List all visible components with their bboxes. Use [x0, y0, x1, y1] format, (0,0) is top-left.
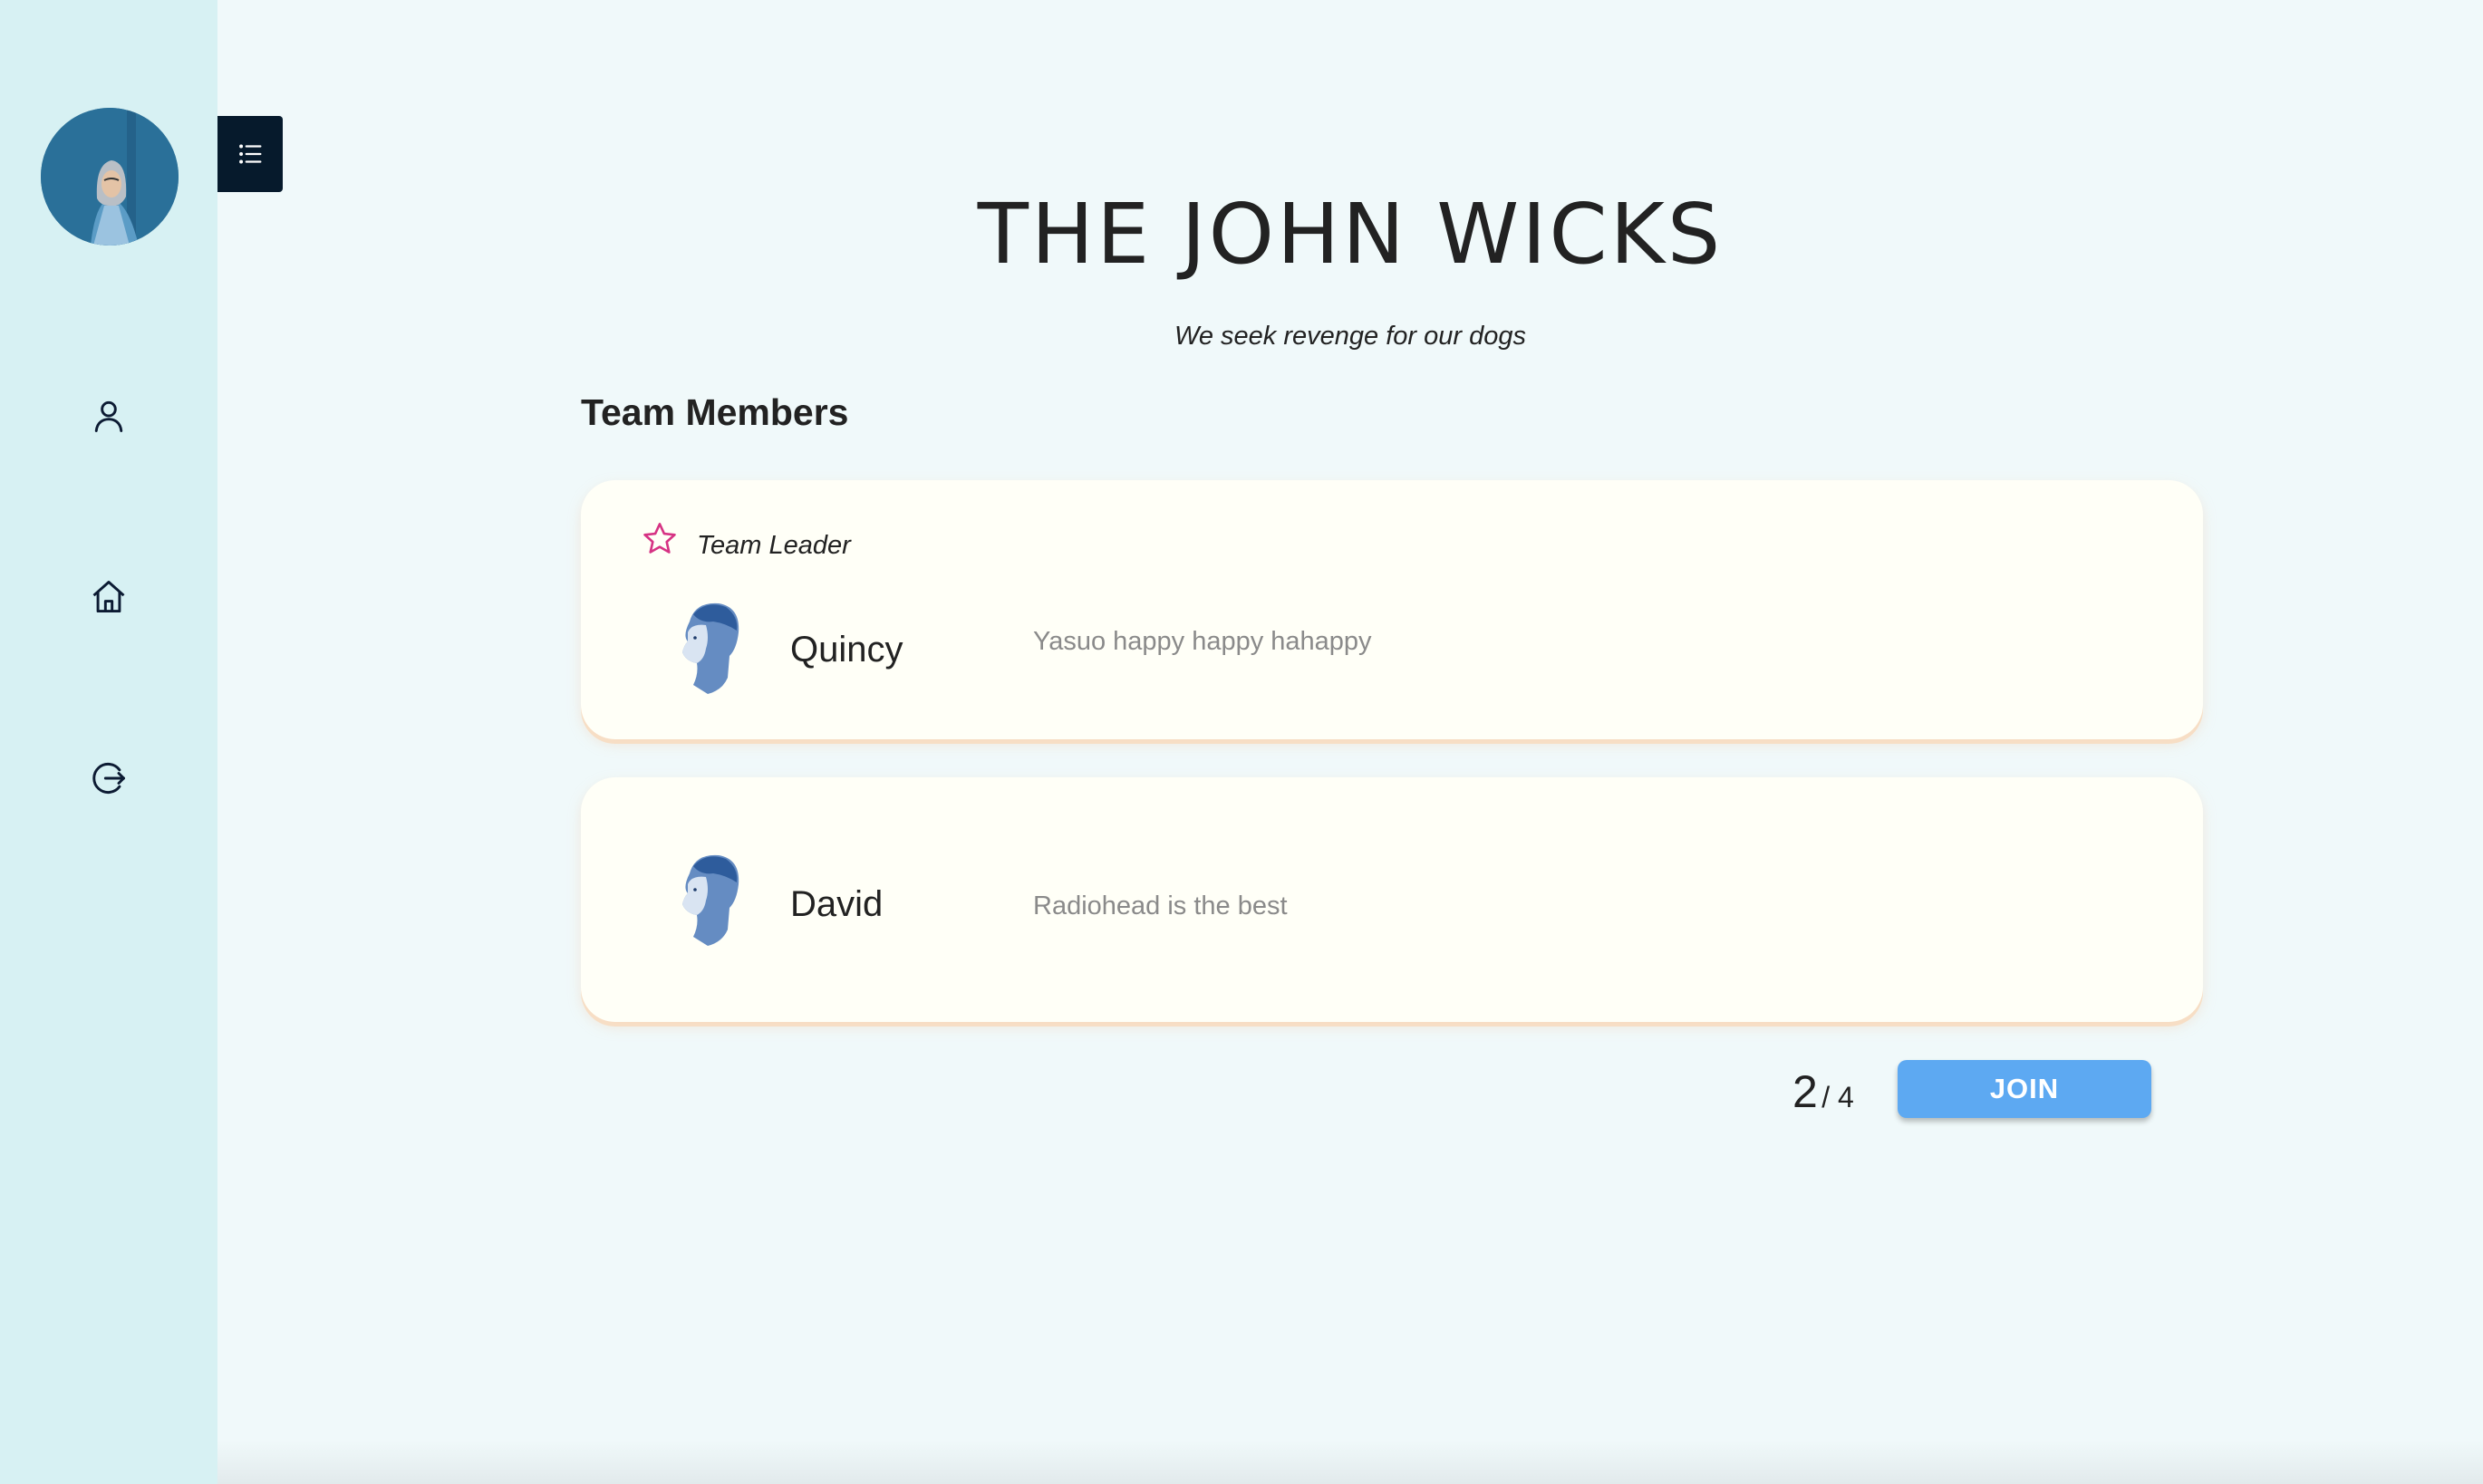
member-count-current: 2: [1792, 1066, 1818, 1117]
member-card-leader: Team Leader Quincy Yasuo happy happy hah…: [581, 480, 2203, 739]
sidebar-toggle-button[interactable]: [217, 116, 283, 192]
team-leader-label: Team Leader: [697, 531, 851, 560]
bottom-fade: [217, 1441, 2483, 1484]
home-icon: [92, 581, 125, 613]
profile-photo-icon: [41, 108, 179, 246]
members-heading: Team Members: [581, 391, 849, 433]
team-name: THE JOHN WICKS: [977, 186, 1724, 283]
home-nav-button[interactable]: [86, 574, 131, 620]
join-button[interactable]: JOIN: [1898, 1060, 2151, 1118]
user-icon: [94, 400, 123, 432]
star-icon: [643, 523, 676, 554]
member-count-capacity: / 4: [1821, 1081, 1854, 1113]
logout-nav-button[interactable]: [86, 756, 131, 801]
member-name: David: [790, 884, 884, 924]
list-icon: [239, 144, 262, 164]
profile-nav-button[interactable]: [86, 393, 131, 438]
member-card: David Radiohead is the best: [581, 777, 2203, 1022]
member-description: Radiohead is the best: [1033, 891, 1288, 920]
sidebar: [0, 0, 217, 1484]
member-description: Yasuo happy happy hahappy: [1033, 627, 1372, 656]
member-avatar: [682, 854, 739, 946]
logout-icon: [92, 763, 125, 794]
profile-avatar[interactable]: [41, 108, 179, 246]
member-count: 2 / 4: [1792, 1065, 1854, 1118]
member-avatar: [682, 602, 739, 694]
member-name: Quincy: [790, 630, 903, 670]
team-tagline: We seek revenge for our dogs: [1174, 322, 1526, 351]
